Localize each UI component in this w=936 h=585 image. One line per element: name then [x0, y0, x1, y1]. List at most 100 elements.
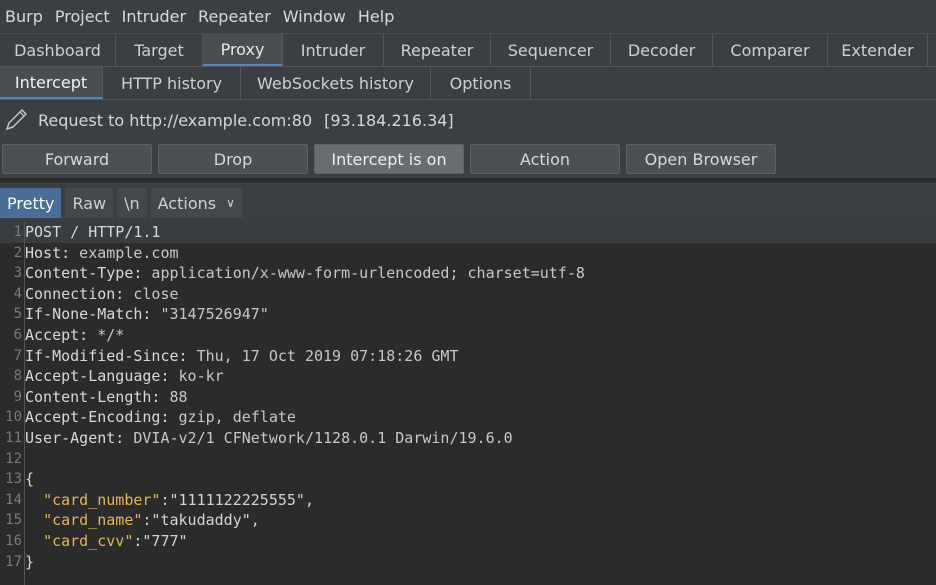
code-text: }: [25, 552, 34, 573]
code-text: "card_cvv":"777": [25, 531, 188, 552]
tab-decoder[interactable]: Decoder: [611, 34, 713, 66]
chevron-down-icon: ∨: [226, 196, 235, 210]
code-text: "card_name":"takudaddy",: [25, 510, 260, 531]
proxy-sub-tab-bar: Intercept HTTP history WebSockets histor…: [0, 67, 936, 100]
tab-extender[interactable]: Extender: [828, 34, 928, 66]
main-tab-bar: Dashboard Target Proxy Intruder Repeater…: [0, 34, 936, 67]
line-number: 11: [5, 429, 22, 446]
request-info-bar: Request to http://example.com:80 [93.184…: [0, 100, 936, 140]
open-browser-button[interactable]: Open Browser: [626, 144, 776, 174]
header-name: User-Agent:: [25, 428, 125, 447]
json-key: "card_number": [43, 490, 161, 509]
header-value: DVIA-v2/1 CFNetwork/1128.0.1 Darwin/19.6…: [124, 428, 513, 447]
raw-view-button[interactable]: Raw: [65, 188, 114, 218]
code-text: Accept-Encoding: gzip, deflate: [25, 407, 296, 428]
code-line: 2 Host: example.com: [0, 243, 936, 264]
code-line: 9 Content-Length: 88: [0, 387, 936, 408]
tab-comparer[interactable]: Comparer: [713, 34, 828, 66]
request-ip: [93.184.216.34]: [324, 110, 454, 130]
code-text: Content-Type: application/x-www-form-url…: [25, 263, 585, 284]
code-line: 6 Accept: */*: [0, 325, 936, 346]
code-text: Accept-Language: ko-kr: [25, 366, 224, 387]
actions-label: Actions: [157, 193, 217, 213]
tab-intercept[interactable]: Intercept: [0, 67, 103, 99]
pretty-view-button[interactable]: Pretty: [0, 188, 62, 218]
intercept-toggle-button[interactable]: Intercept is on: [314, 144, 464, 174]
line-number: 12: [5, 450, 22, 467]
header-value: "3147526947": [151, 305, 269, 324]
tab-http-history[interactable]: HTTP history: [103, 67, 241, 99]
header-name: If-None-Match:: [25, 305, 152, 324]
code-line: 3 Content-Type: application/x-www-form-ur…: [0, 263, 936, 284]
line-number: 10: [5, 409, 22, 426]
header-value: application/x-www-form-urlencoded; chars…: [142, 264, 585, 283]
line-number: 6: [13, 326, 22, 343]
json-key: "card_name": [43, 511, 143, 530]
line-number: 16: [5, 532, 22, 549]
tab-proxy[interactable]: Proxy: [203, 34, 283, 66]
line-number: 8: [13, 368, 22, 385]
tab-sequencer[interactable]: Sequencer: [491, 34, 611, 66]
code-line: 15 "card_name":"takudaddy",: [0, 510, 936, 531]
header-name: Accept:: [25, 325, 89, 344]
header-name: Accept-Encoding:: [25, 408, 170, 427]
actions-dropdown[interactable]: Actions ∨: [150, 188, 242, 218]
header-value: example.com: [70, 243, 179, 262]
header-name: }: [25, 552, 35, 571]
forward-button[interactable]: Forward: [2, 144, 152, 174]
json-value: :"777": [133, 531, 188, 550]
menu-bar: Burp Project Intruder Repeater Window He…: [0, 0, 936, 34]
action-button[interactable]: Action: [470, 144, 620, 174]
header-name: Content-Type:: [25, 264, 143, 283]
header-value: */*: [88, 325, 125, 344]
code-line: 4 Connection: close: [0, 284, 936, 305]
tab-dashboard[interactable]: Dashboard: [0, 34, 116, 66]
header-name: {: [25, 470, 35, 489]
line-number: 2: [13, 244, 22, 261]
menu-window[interactable]: Window: [277, 7, 352, 26]
tab-repeater[interactable]: Repeater: [384, 34, 491, 66]
header-name: Connection:: [25, 284, 125, 303]
request-lines: 1 POST / HTTP/1.1 2 Host: example.com 3 Conte…: [0, 222, 936, 572]
code-line: 5 If-None-Match: "3147526947": [0, 304, 936, 325]
request-editor[interactable]: 1 POST / HTTP/1.1 2 Host: example.com 3 Conte…: [0, 222, 936, 585]
header-value: Thu, 17 Oct 2019 07:18:26 GMT: [187, 346, 459, 365]
json-value: :"1111122225555",: [160, 490, 314, 509]
code-line: 8 Accept-Language: ko-kr: [0, 366, 936, 387]
request-target-label: Request to http://example.com:80: [38, 110, 313, 130]
newline-toggle-button[interactable]: \n: [117, 188, 147, 218]
code-line: 11 User-Agent: DVIA-v2/1 CFNetwork/1128.0…: [0, 428, 936, 449]
tab-options[interactable]: Options: [431, 67, 531, 99]
line-number: 4: [13, 285, 22, 302]
header-name: Accept-Language:: [25, 367, 170, 386]
message-view-bar: Pretty Raw \n Actions ∨: [0, 182, 936, 224]
intercept-button-row: Forward Drop Intercept is on Action Open…: [0, 140, 936, 178]
menu-repeater[interactable]: Repeater: [192, 7, 277, 26]
code-text: User-Agent: DVIA-v2/1 CFNetwork/1128.0.1…: [25, 428, 513, 449]
code-text: If-Modified-Since: Thu, 17 Oct 2019 07:1…: [25, 346, 459, 367]
code-line: 7 If-Modified-Since: Thu, 17 Oct 2019 07:…: [0, 346, 936, 367]
header-name: If-Modified-Since:: [25, 346, 188, 365]
header-value: close: [124, 284, 179, 303]
menu-burp[interactable]: Burp: [0, 7, 49, 26]
line-number: 5: [13, 306, 22, 323]
header-value: gzip, deflate: [169, 408, 296, 427]
code-line: 10 Accept-Encoding: gzip, deflate: [0, 407, 936, 428]
code-text: If-None-Match: "3147526947": [25, 304, 269, 325]
code-text: POST / HTTP/1.1: [25, 222, 160, 243]
tab-intruder[interactable]: Intruder: [283, 34, 384, 66]
code-text: {: [25, 469, 34, 490]
tab-target[interactable]: Target: [116, 34, 203, 66]
json-value: :"takudaddy",: [142, 511, 260, 530]
drop-button[interactable]: Drop: [158, 144, 308, 174]
menu-intruder[interactable]: Intruder: [116, 7, 192, 26]
header-value: ko-kr: [169, 367, 224, 386]
code-text: "card_number":"1111122225555",: [25, 490, 314, 511]
code-text: Host: example.com: [25, 243, 179, 264]
menu-project[interactable]: Project: [49, 7, 116, 26]
code-line: 1 POST / HTTP/1.1: [0, 222, 936, 243]
line-number: 1: [13, 224, 22, 240]
menu-help[interactable]: Help: [352, 7, 400, 26]
header-name: Content-Length:: [25, 387, 161, 406]
tab-websockets-history[interactable]: WebSockets history: [241, 67, 431, 99]
